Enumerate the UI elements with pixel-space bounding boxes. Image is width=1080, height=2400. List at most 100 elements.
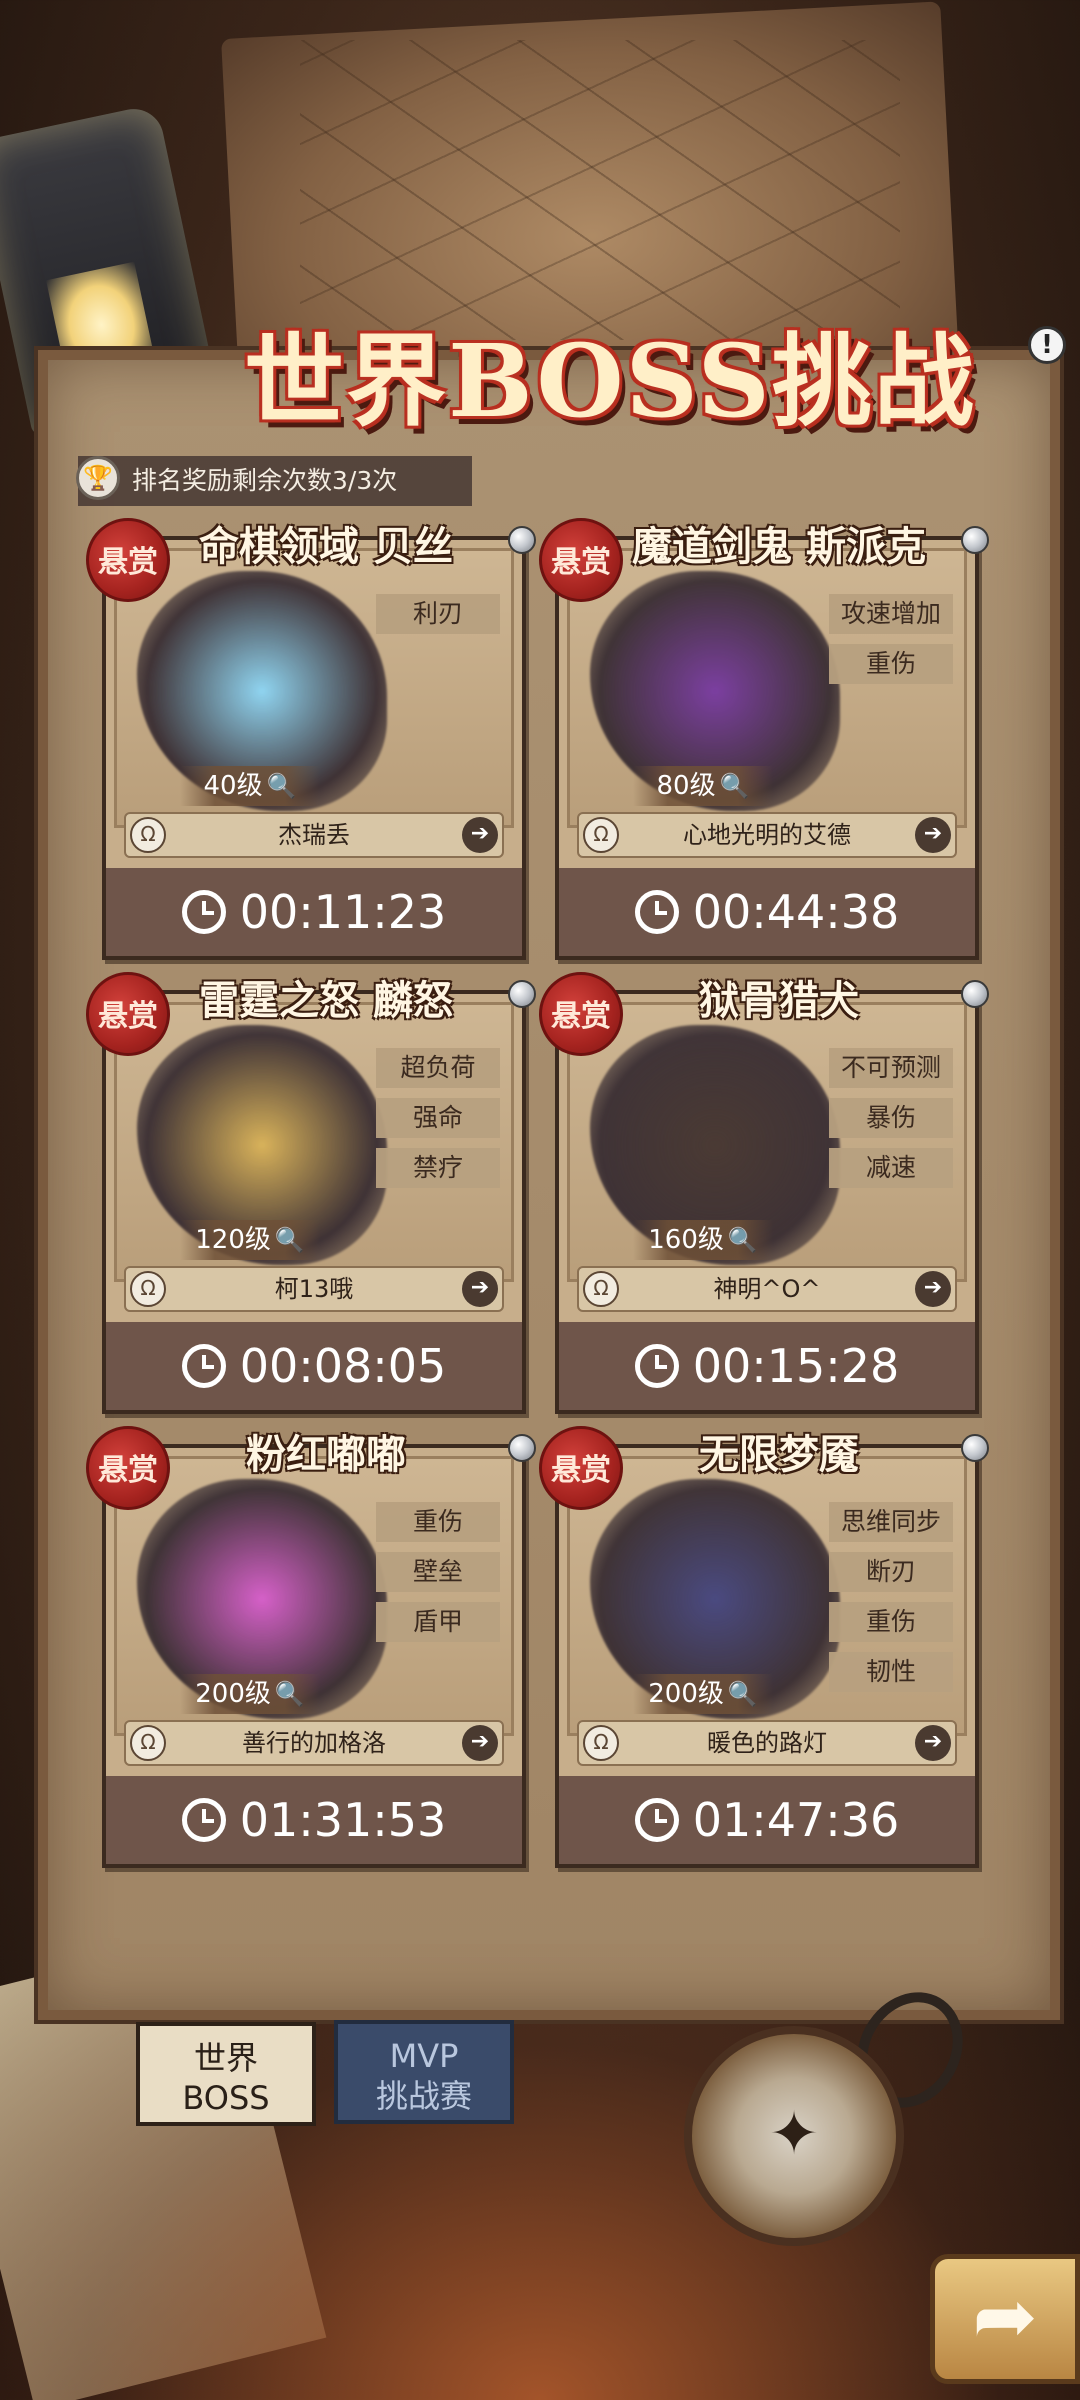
background-map-lines [300, 40, 900, 340]
pin-icon [508, 526, 536, 554]
top-player-row[interactable]: Ω 神明^O^ ➔ [577, 1266, 957, 1312]
level-text: 200级 [648, 1679, 724, 1709]
trait-list: 不可预测 暴伤 减速 [829, 1048, 953, 1198]
top-player-row[interactable]: Ω 柯13哦 ➔ [124, 1266, 504, 1312]
pin-icon [508, 1434, 536, 1462]
clock-icon [634, 1798, 679, 1842]
top-player-name: 暖色的路灯 [707, 1729, 827, 1757]
timer-text: 01:47:36 [692, 1793, 900, 1847]
boss-timer: 01:47:36 [559, 1776, 975, 1864]
boss-timer: 00:44:38 [559, 868, 975, 956]
boss-level[interactable]: 80级 🔍 [633, 766, 773, 806]
search-icon: 🔍 [266, 772, 297, 800]
boss-card[interactable]: 粉红嘟嘟 悬赏 重伤 壁垒 盾甲 200级 🔍 Ω 善行的加格洛 ➔ 01:31:53 [86, 1426, 536, 1868]
clock-icon [181, 890, 226, 934]
trait-tag: 重伤 [829, 1602, 953, 1642]
go-arrow-icon[interactable]: ➔ [915, 817, 951, 853]
player-emblem-icon: Ω [583, 817, 619, 853]
boss-level[interactable]: 40级 🔍 [180, 766, 320, 806]
level-text: 160级 [648, 1225, 724, 1255]
trait-tag: 超负荷 [376, 1048, 500, 1088]
next-arrow-button[interactable]: ➦ [930, 2254, 1080, 2384]
timer-text: 00:44:38 [692, 885, 900, 939]
pin-icon [961, 1434, 989, 1462]
clock-icon [181, 1344, 226, 1388]
top-player-name: 杰瑞丢 [278, 821, 350, 849]
timer-text: 00:08:05 [239, 1339, 447, 1393]
clock-icon [634, 1344, 679, 1388]
clock-icon [181, 1798, 226, 1842]
tab-mvp-line1: MVP [389, 2037, 459, 2075]
top-player-row[interactable]: Ω 心地光明的艾德 ➔ [577, 812, 957, 858]
boss-card[interactable]: 魔道剑鬼 斯派克 悬赏 攻速增加重伤 80级 🔍 Ω 心地光明的艾德 ➔ 00:4… [539, 518, 989, 960]
trait-tag: 重伤 [829, 644, 953, 684]
go-arrow-icon[interactable]: ➔ [462, 1725, 498, 1761]
go-arrow-icon[interactable]: ➔ [915, 1725, 951, 1761]
go-arrow-icon[interactable]: ➔ [915, 1271, 951, 1307]
boss-card[interactable]: 命棋领域 贝丝 悬赏 利刃 40级 🔍 Ω 杰瑞丢 ➔ 00:11:23 [86, 518, 536, 960]
pin-icon [508, 980, 536, 1008]
top-player-row[interactable]: Ω 善行的加格洛 ➔ [124, 1720, 504, 1766]
top-player-name: 神明^O^ [713, 1275, 821, 1303]
boss-timer: 00:11:23 [106, 868, 522, 956]
search-icon: 🔍 [719, 772, 750, 800]
top-player-row[interactable]: Ω 杰瑞丢 ➔ [124, 812, 504, 858]
trait-tag: 攻速增加 [829, 594, 953, 634]
tab-world-boss-line1: 世界 [193, 2039, 258, 2077]
search-icon: 🔍 [274, 1226, 305, 1254]
search-icon: 🔍 [274, 1680, 305, 1708]
trait-tag: 强命 [376, 1098, 500, 1138]
player-emblem-icon: Ω [130, 1271, 166, 1307]
boss-name: 狱骨猎犬 [699, 978, 859, 1024]
timer-text: 01:31:53 [239, 1793, 447, 1847]
trait-tag: 禁疗 [376, 1148, 500, 1188]
pin-icon [961, 526, 989, 554]
boss-name: 魔道剑鬼 斯派克 [632, 524, 926, 570]
boss-level[interactable]: 200级 🔍 [633, 1674, 773, 1714]
trait-list: 利刃 [376, 594, 500, 644]
bounty-badge: 悬赏 [539, 1426, 623, 1510]
tab-world-boss-line2: BOSS [182, 2079, 270, 2117]
boss-level[interactable]: 200级 🔍 [180, 1674, 320, 1714]
boss-name: 命棋领域 贝丝 [199, 524, 453, 570]
page-title: 世界BOSS挑战 [244, 322, 976, 440]
bounty-badge: 悬赏 [539, 972, 623, 1056]
trait-tag: 重伤 [376, 1502, 500, 1542]
timer-text: 00:11:23 [239, 885, 447, 939]
tab-world-boss[interactable]: 世界 BOSS [136, 2022, 316, 2126]
trait-list: 重伤 壁垒 盾甲 [376, 1502, 500, 1652]
bounty-badge: 悬赏 [539, 518, 623, 602]
boss-level[interactable]: 120级 🔍 [180, 1220, 320, 1260]
tab-mvp-line2: 挑战赛 [375, 2077, 472, 2115]
trait-tag: 韧性 [829, 1652, 953, 1692]
bounty-badge: 悬赏 [86, 972, 170, 1056]
level-text: 120级 [195, 1225, 271, 1255]
go-arrow-icon[interactable]: ➔ [462, 817, 498, 853]
level-text: 40级 [203, 771, 263, 801]
player-emblem-icon: Ω [583, 1725, 619, 1761]
compass-icon[interactable]: ✦ [684, 2026, 904, 2246]
trait-tag: 断刃 [829, 1552, 953, 1592]
boss-card[interactable]: 无限梦魇 悬赏 思维同步 断刃 重伤 韧性 200级 🔍 Ω 暖色的路灯 ➔ 01:47… [539, 1426, 989, 1868]
top-player-row[interactable]: Ω 暖色的路灯 ➔ [577, 1720, 957, 1766]
reward-count-bar: 排名奖励剩余次数3/3次 [78, 456, 472, 506]
top-player-name: 柯13哦 [274, 1275, 354, 1303]
search-icon: 🔍 [727, 1226, 758, 1254]
search-icon: 🔍 [727, 1680, 758, 1708]
boss-card[interactable]: 雷霆之怒 麟怒 悬赏 超负荷 强命 禁疗 120级 🔍 Ω 柯13哦 ➔ 00:08:… [86, 972, 536, 1414]
trophy-icon: 🏆 [76, 456, 120, 500]
player-emblem-icon: Ω [583, 1271, 619, 1307]
level-text: 200级 [195, 1679, 271, 1709]
trait-list: 思维同步 断刃 重伤 韧性 [829, 1502, 953, 1702]
info-icon[interactable]: ! [1028, 326, 1066, 364]
top-player-name: 善行的加格洛 [242, 1729, 386, 1757]
timer-text: 00:15:28 [692, 1339, 900, 1393]
player-emblem-icon: Ω [130, 817, 166, 853]
tab-mvp-challenge[interactable]: MVP 挑战赛 [334, 2020, 514, 2124]
boss-name: 粉红嘟嘟 [246, 1432, 406, 1478]
trait-tag: 壁垒 [376, 1552, 500, 1592]
trait-tag: 不可预测 [829, 1048, 953, 1088]
boss-level[interactable]: 160级 🔍 [633, 1220, 773, 1260]
go-arrow-icon[interactable]: ➔ [462, 1271, 498, 1307]
boss-card[interactable]: 狱骨猎犬 悬赏 不可预测 暴伤 减速 160级 🔍 Ω 神明^O^ ➔ 00:15:2… [539, 972, 989, 1414]
